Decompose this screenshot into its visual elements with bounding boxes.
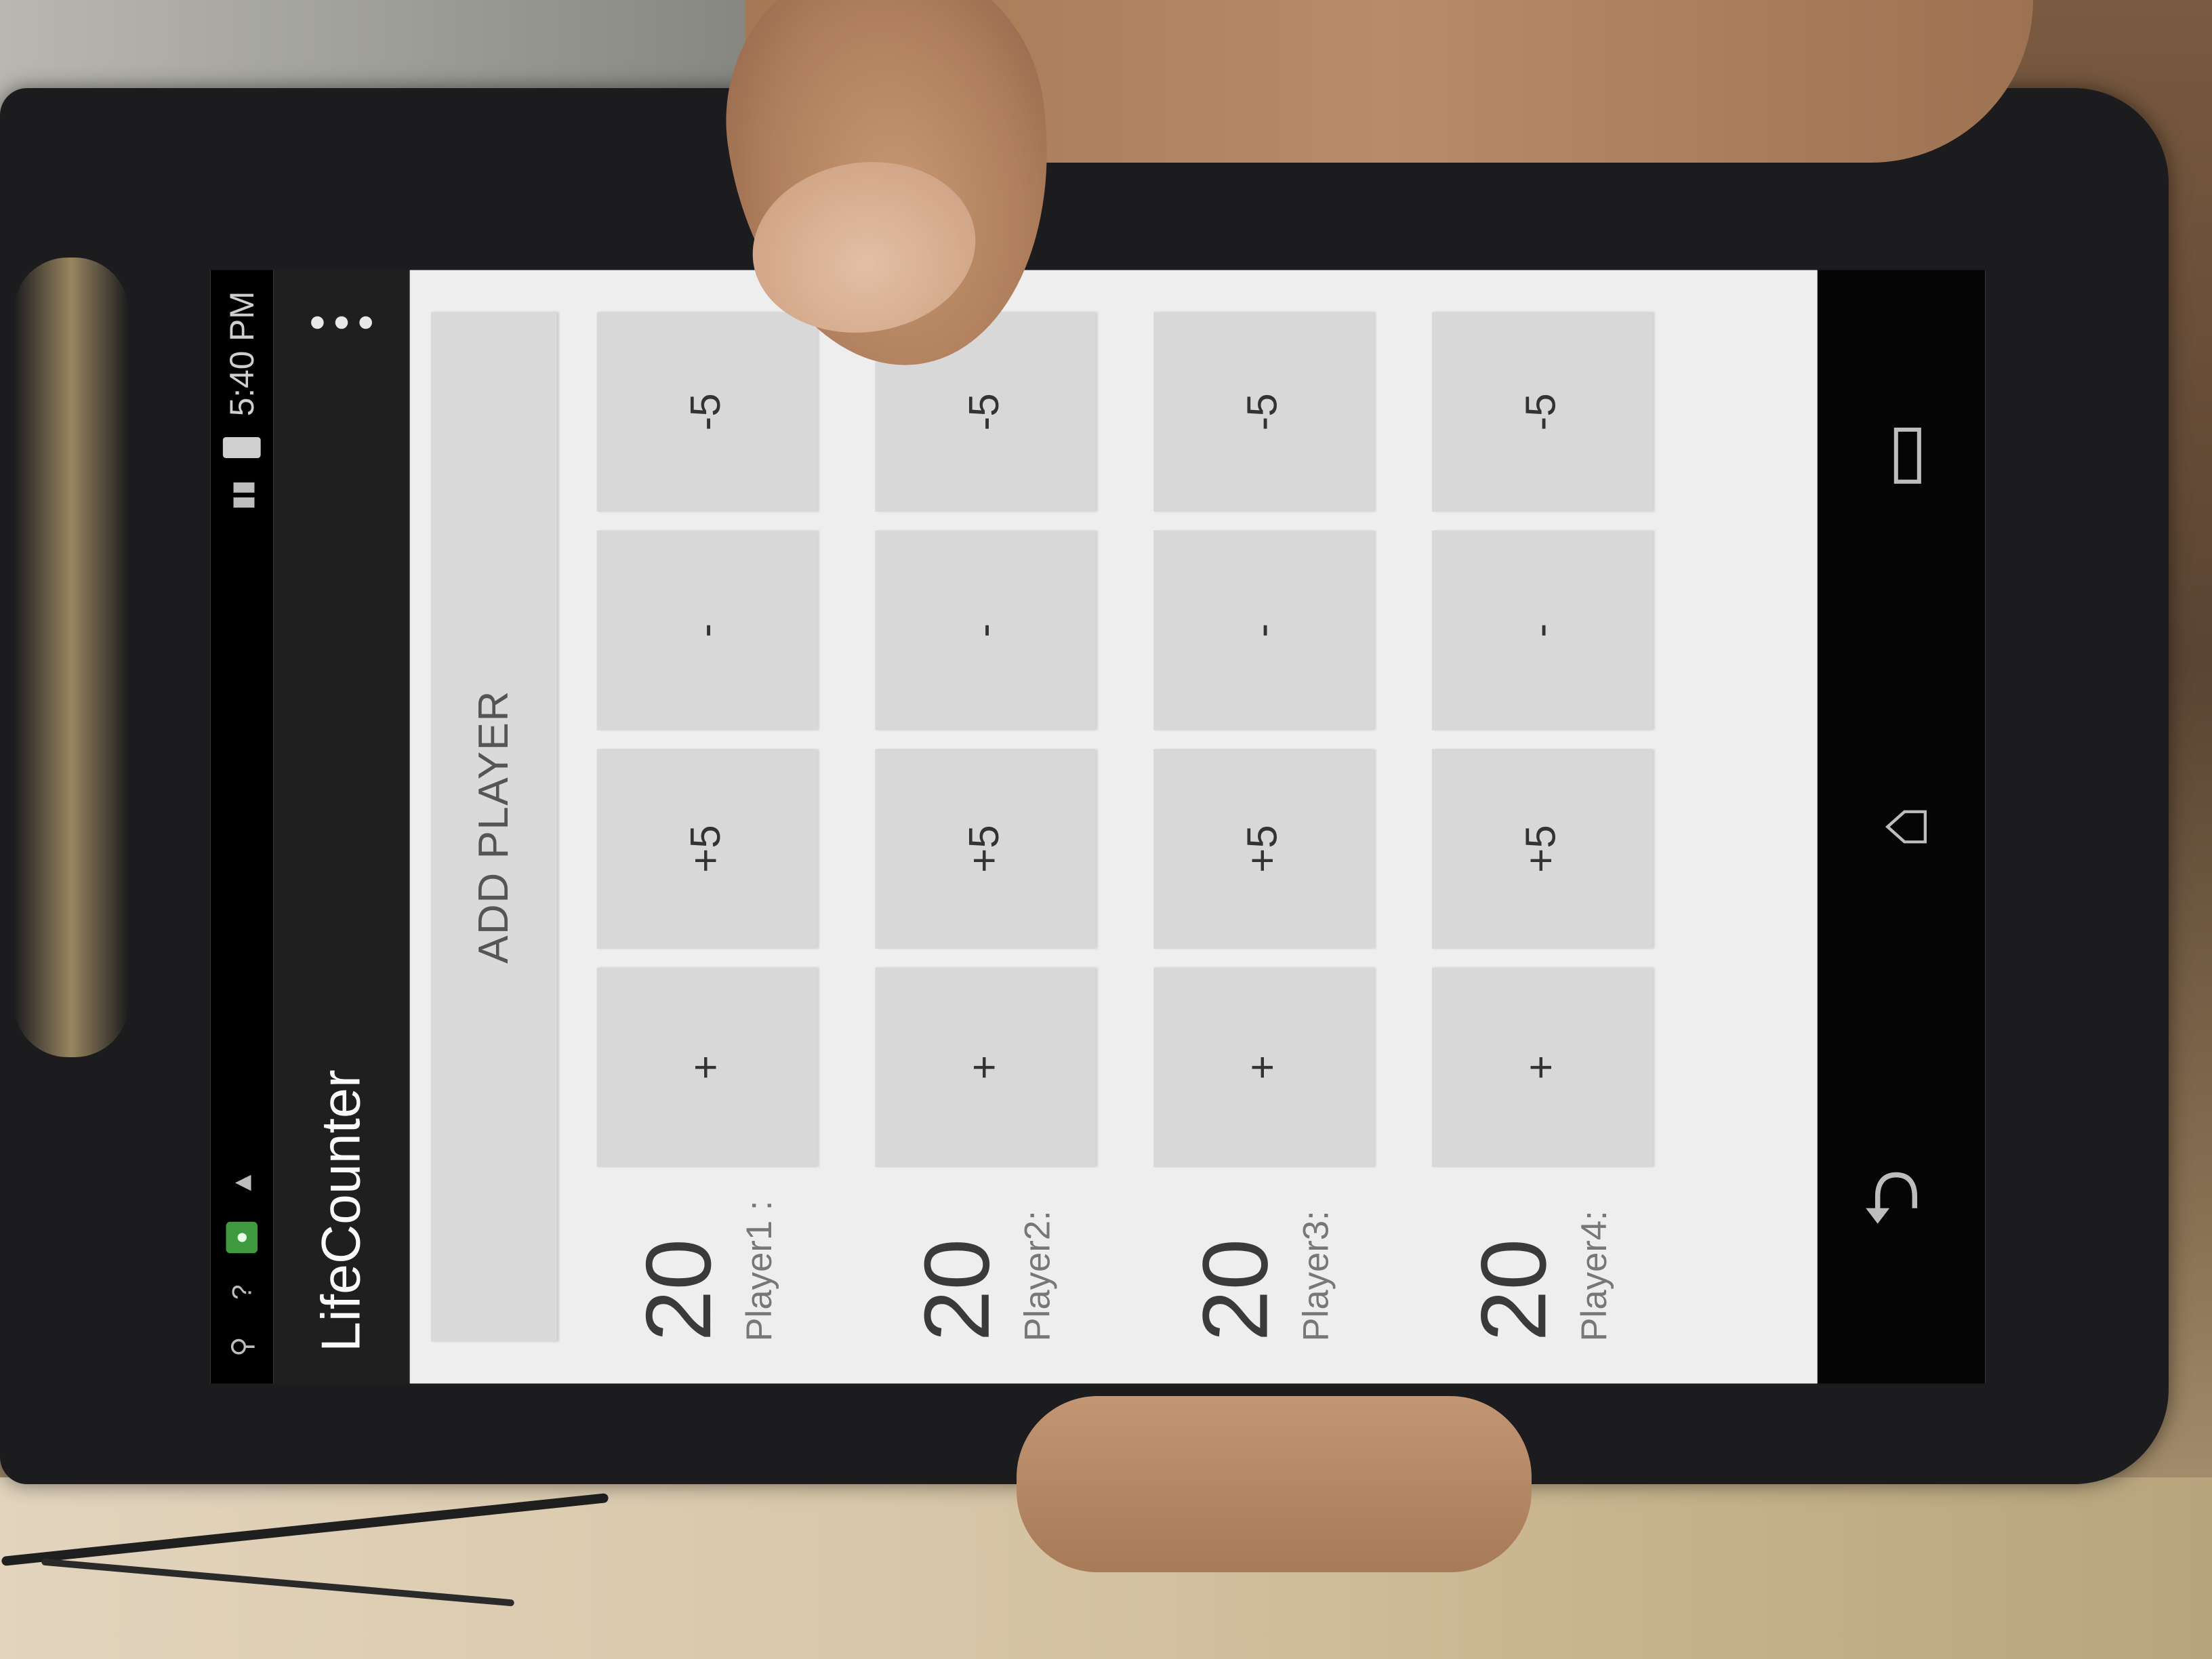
minus-five-button[interactable]: -5 xyxy=(596,312,817,512)
plus-five-button[interactable]: +5 xyxy=(874,749,1096,949)
add-player-button[interactable]: ADD PLAYER xyxy=(430,312,557,1342)
recents-icon[interactable]: ▭ xyxy=(1858,392,1944,518)
main-content: ADD PLAYER 20 Player1 : + +5 - -5 20 Pla… xyxy=(409,270,1818,1384)
player-info: 20 Player3: xyxy=(1183,1178,1338,1342)
status-bar: ⚲ ? ● ▲ ▮▮ 5:40 PM xyxy=(210,270,274,1384)
player-row: 20 Player4: + +5 - -5 xyxy=(1413,312,1671,1342)
plus-one-button[interactable]: + xyxy=(1431,967,1652,1168)
minus-one-button[interactable]: - xyxy=(596,530,817,731)
plus-one-button[interactable]: + xyxy=(596,967,817,1168)
plus-five-button[interactable]: +5 xyxy=(1153,749,1374,949)
minus-five-button[interactable]: -5 xyxy=(1431,312,1652,512)
warning-icon: ▲ xyxy=(225,1169,258,1197)
status-icons-right: ▮▮ 5:40 PM xyxy=(222,291,261,511)
phone-screen: ⚲ ? ● ▲ ▮▮ 5:40 PM LifeCounter ADD PLAYE… xyxy=(210,270,1986,1384)
player-row: 20 Player3: + +5 - -5 xyxy=(1134,312,1392,1342)
player-info: 20 Player4: xyxy=(1461,1178,1616,1342)
minus-five-button[interactable]: -5 xyxy=(1153,312,1374,512)
overflow-menu-icon[interactable] xyxy=(305,302,379,344)
plus-one-button[interactable]: + xyxy=(874,967,1096,1168)
player-info: 20 Player2: xyxy=(904,1178,1059,1342)
player-name: Player4: xyxy=(1574,1210,1615,1342)
menu-dot xyxy=(310,316,324,329)
finger xyxy=(1017,1396,1532,1572)
life-total: 20 xyxy=(904,1238,1009,1342)
action-bar: LifeCounter xyxy=(273,270,410,1384)
player-name: Player1 : xyxy=(739,1200,780,1342)
signal-icon: ▮▮ xyxy=(225,480,258,510)
menu-dot xyxy=(359,316,373,329)
player-controls: + +5 - -5 xyxy=(596,312,817,1168)
minus-one-button[interactable]: - xyxy=(874,530,1096,731)
plus-five-button[interactable]: +5 xyxy=(596,749,817,949)
player-controls: + +5 - -5 xyxy=(1431,312,1652,1168)
player-info: 20 Player1 : xyxy=(626,1178,781,1342)
app-title: LifeCounter xyxy=(311,1069,372,1352)
usb-icon: ⚲ xyxy=(225,1336,258,1357)
menu-dot xyxy=(335,316,348,329)
player-name: Player3: xyxy=(1296,1210,1336,1342)
player-controls: + +5 - -5 xyxy=(874,312,1096,1168)
plus-one-button[interactable]: + xyxy=(1153,967,1374,1168)
unknown-notification-icon: ? xyxy=(225,1284,258,1300)
minus-one-button[interactable]: - xyxy=(1153,530,1374,731)
plus-five-button[interactable]: +5 xyxy=(1431,749,1652,949)
player-row: 20 Player2: + +5 - -5 xyxy=(857,312,1114,1342)
battery-icon xyxy=(222,437,261,459)
status-icons-left: ⚲ ? ● ▲ xyxy=(226,1167,258,1362)
green-app-icon: ● xyxy=(226,1221,258,1254)
life-total: 20 xyxy=(1183,1238,1287,1342)
life-total: 20 xyxy=(1461,1238,1565,1342)
player-row: 20 Player1 : + +5 - -5 xyxy=(578,312,836,1342)
navigation-bar: ⮌ ⌂ ▭ xyxy=(1817,270,1986,1384)
light-glare xyxy=(14,258,129,1057)
player-name: Player2: xyxy=(1018,1210,1059,1342)
clock: 5:40 PM xyxy=(222,291,260,417)
back-icon[interactable]: ⮌ xyxy=(1839,1135,1964,1261)
home-icon[interactable]: ⌂ xyxy=(1860,764,1944,890)
life-total: 20 xyxy=(626,1238,731,1342)
player-controls: + +5 - -5 xyxy=(1153,312,1374,1168)
minus-one-button[interactable]: - xyxy=(1431,530,1652,731)
